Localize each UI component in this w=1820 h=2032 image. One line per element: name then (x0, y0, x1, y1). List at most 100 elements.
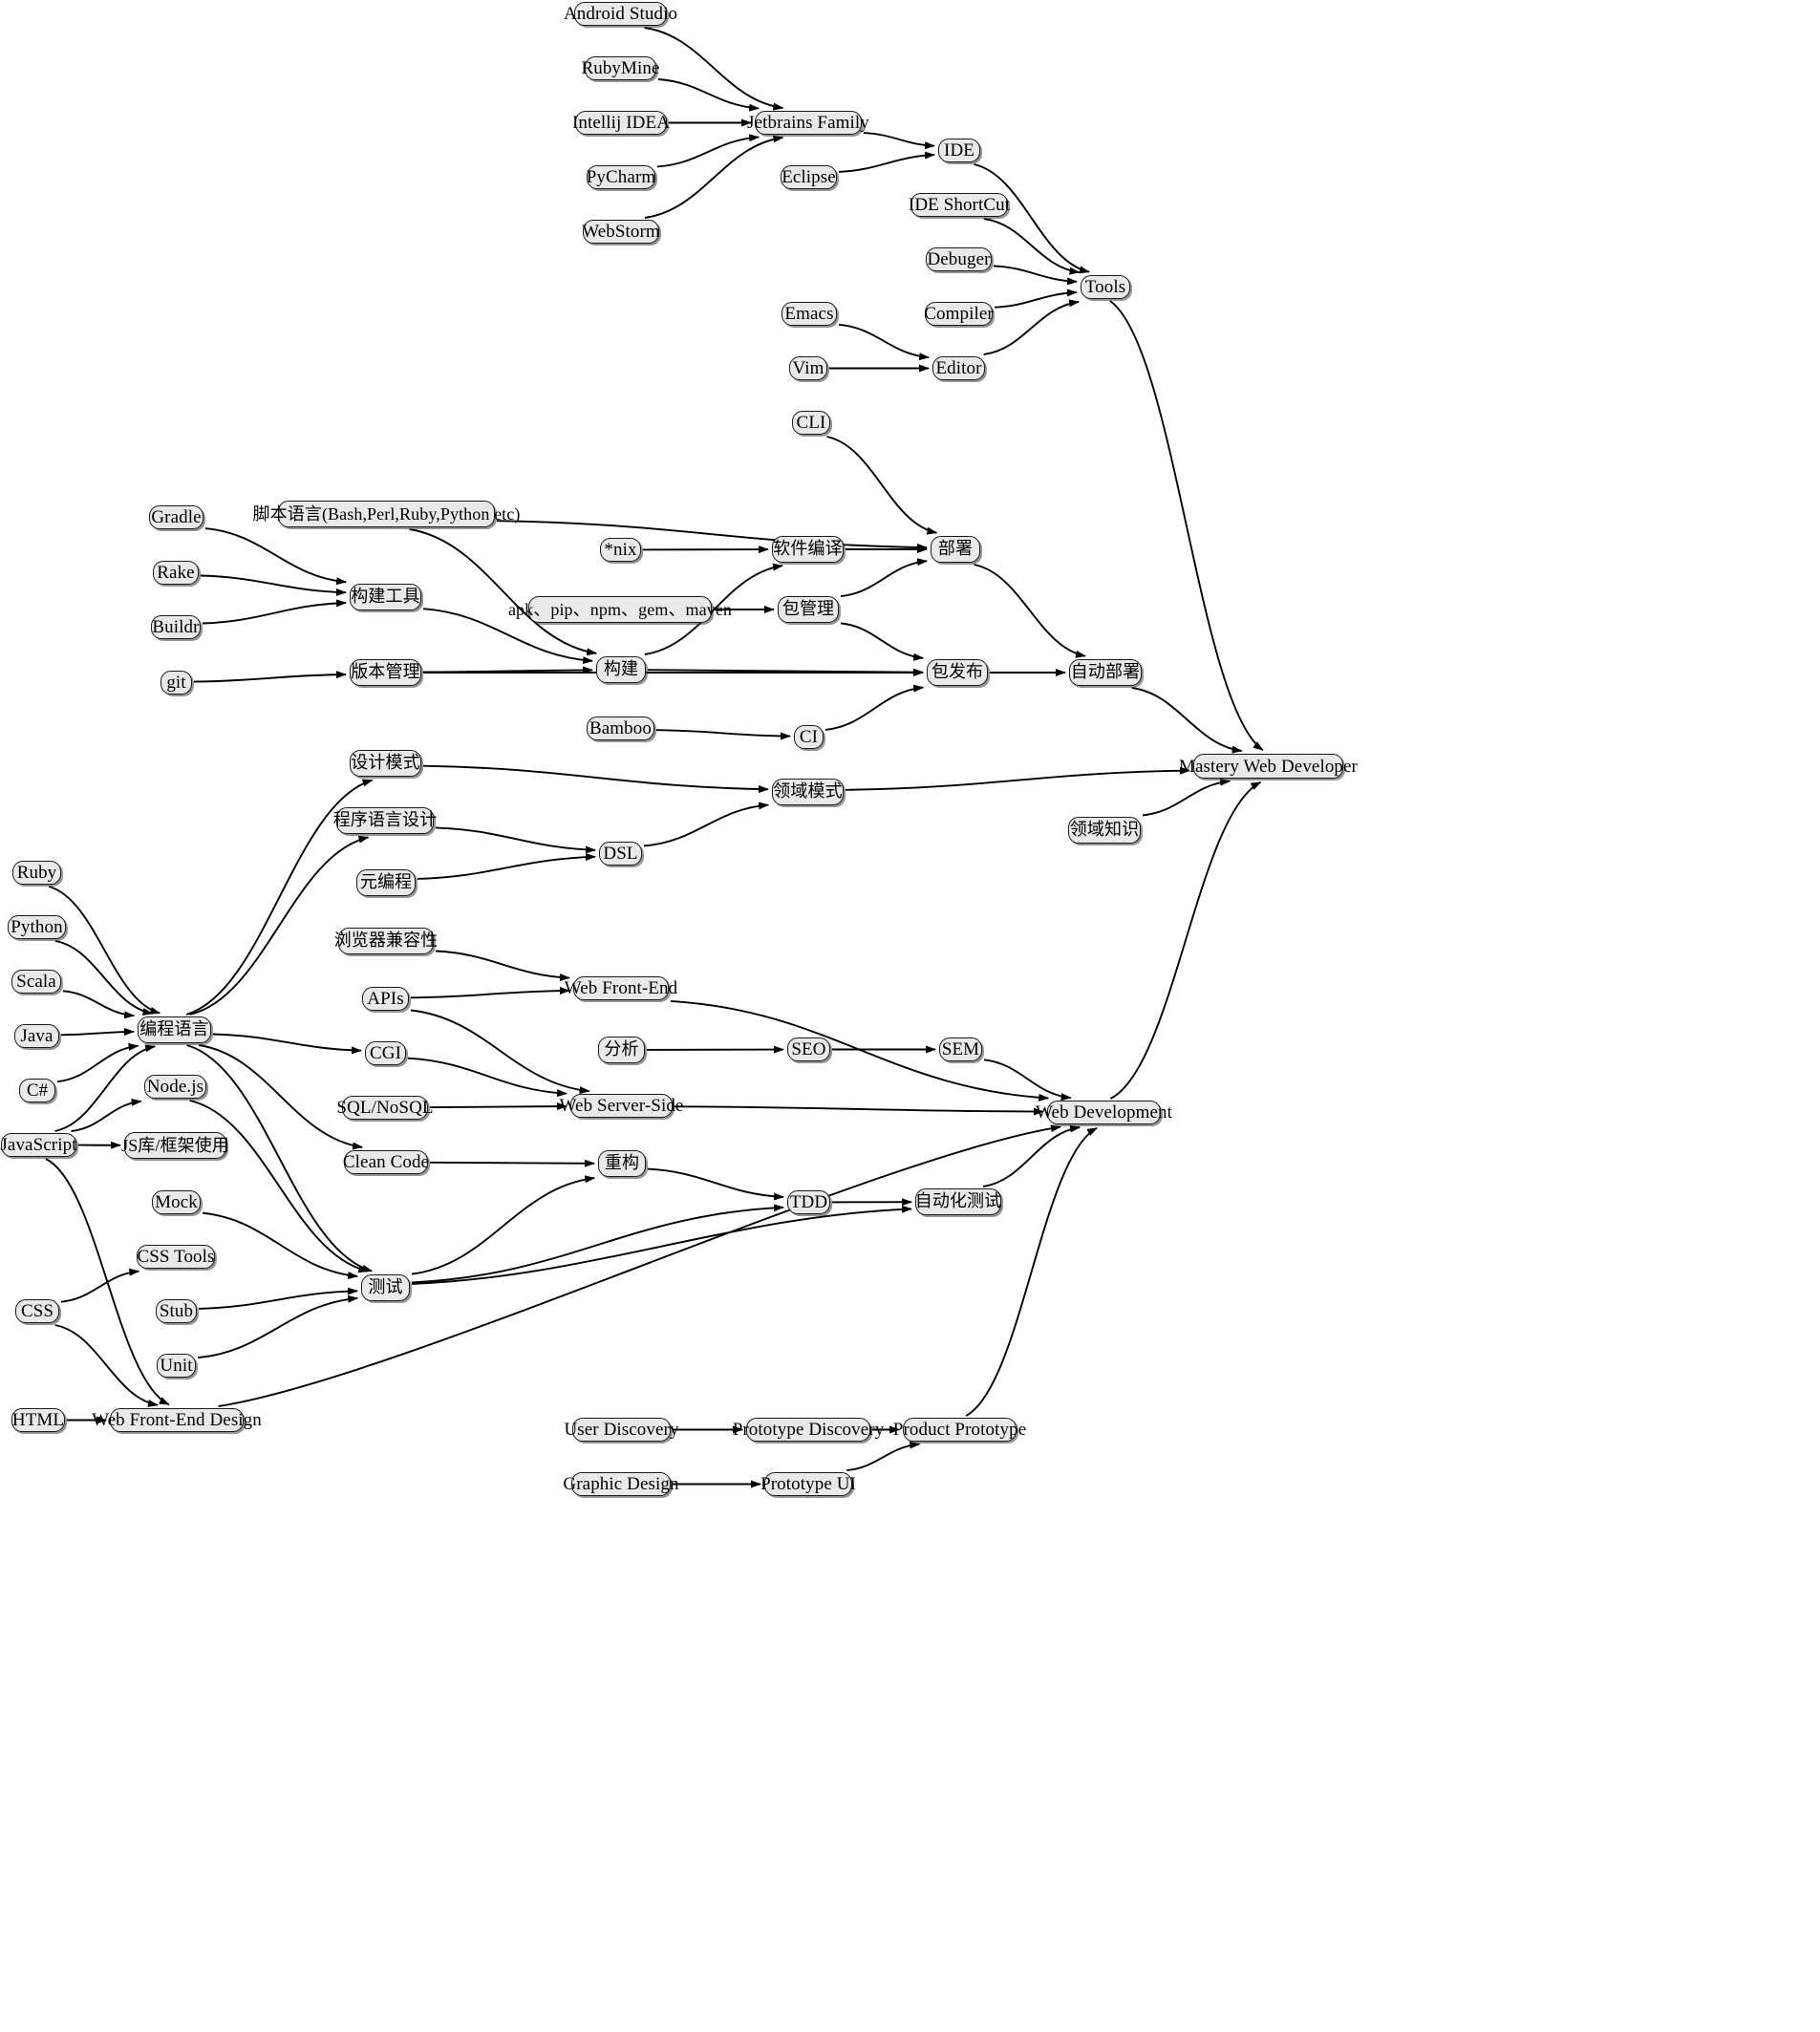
graph-node-web_server_side[interactable]: Web Server-Side (560, 1094, 683, 1118)
graph-edge-git-to-version_control (193, 671, 347, 683)
graph-node-user_discovery[interactable]: User Discovery (564, 1418, 678, 1442)
graph-node-build[interactable]: 构建 (596, 656, 646, 683)
graph-node-emacs[interactable]: Emacs (782, 302, 837, 326)
graph-edge-css-to-web_fe_design (54, 1324, 159, 1407)
graph-node-rake[interactable]: Rake (153, 561, 199, 585)
graph-node-version_control[interactable]: 版本管理 (350, 659, 421, 686)
graph-node-product_prototype[interactable]: Product Prototype (893, 1418, 1026, 1442)
graph-node-scala[interactable]: Scala (11, 970, 61, 994)
graph-node-webstorm[interactable]: WebStorm (582, 220, 660, 244)
graph-node-ide_shortcut[interactable]: IDE ShortCut (909, 193, 1010, 217)
graph-node-dsl[interactable]: DSL (599, 842, 642, 866)
graph-node-ci[interactable]: CI (794, 725, 824, 749)
graph-node-gradle[interactable]: Gradle (149, 505, 203, 529)
graph-edge-clean_code-to-refactor (429, 1159, 595, 1167)
graph-node-js_lib[interactable]: JS库/框架使用 (121, 1132, 229, 1159)
graph-node-bamboo[interactable]: Bamboo (587, 717, 654, 740)
graph-node-pkg_manage[interactable]: 包管理 (778, 596, 839, 623)
graph-node-prototype_discovery[interactable]: Prototype Discovery (733, 1418, 884, 1442)
graph-node-html[interactable]: HTML (11, 1408, 65, 1432)
graph-edge-domain_knowledge-to-mastery (1142, 778, 1231, 817)
graph-node-auto_deploy[interactable]: 自动部署 (1069, 659, 1142, 686)
graph-node-refactor[interactable]: 重构 (598, 1150, 646, 1177)
graph-edge-nodejs-to-testing (189, 1100, 370, 1273)
graph-node-design_patterns[interactable]: 设计模式 (350, 750, 421, 777)
graph-node-mastery[interactable]: Mastery Web Developer (1179, 754, 1358, 779)
graph-node-pycharm[interactable]: PyCharm (587, 165, 655, 189)
graph-node-editor[interactable]: Editor (932, 356, 985, 380)
graph-edge-pkg_manage-to-deploy (840, 558, 929, 598)
graph-node-eclipse[interactable]: Eclipse (781, 165, 837, 189)
graph-node-ide[interactable]: IDE (938, 139, 980, 162)
graph-node-seo[interactable]: SEO (787, 1037, 830, 1061)
graph-node-nix[interactable]: *nix (600, 538, 641, 562)
graph-node-mock[interactable]: Mock (152, 1190, 201, 1214)
graph-node-domain_knowledge[interactable]: 领域知识 (1068, 817, 1141, 844)
graph-edge-bamboo-to-ci (655, 729, 791, 740)
graph-node-tools[interactable]: Tools (1081, 275, 1130, 299)
graph-edge-gradle-to-build_tools (204, 527, 348, 586)
graph-node-sql_nosql[interactable]: SQL/NoSQL (336, 1096, 434, 1120)
graph-node-analysis[interactable]: 分析 (598, 1037, 645, 1063)
graph-node-rubymine[interactable]: RubyMine (581, 56, 659, 80)
graph-edge-prototype_ui-to-product_prototype (846, 1441, 921, 1471)
graph-node-intellij_idea[interactable]: Intellij IDEA (572, 111, 670, 135)
graph-node-domain_pattern[interactable]: 领域模式 (772, 779, 844, 805)
graph-node-deploy[interactable]: 部署 (931, 536, 980, 563)
graph-node-jetbrains_family[interactable]: Jetbrains Family (747, 111, 869, 135)
graph-node-git[interactable]: git (161, 671, 192, 695)
graph-node-ruby[interactable]: Ruby (12, 861, 61, 885)
graph-node-web_front_end[interactable]: Web Front-End (565, 976, 677, 1000)
edge-layer (45, 27, 1264, 1488)
graph-node-auto_test[interactable]: 自动化测试 (915, 1188, 1001, 1215)
graph-node-buildr[interactable]: Buildr (151, 615, 201, 639)
graph-node-web_fe_design[interactable]: Web Front-End Design (92, 1408, 262, 1432)
graph-edge-sql_nosql-to-web_server_side (429, 1102, 567, 1111)
graph-edge-deploy-to-auto_deploy (974, 564, 1086, 658)
graph-node-tdd[interactable]: TDD (787, 1190, 830, 1214)
graph-node-cgi[interactable]: CGI (365, 1041, 406, 1065)
graph-node-apis[interactable]: APIs (362, 987, 409, 1011)
graph-edge-emacs-to-editor (838, 323, 931, 361)
graph-edge-product_prototype-to-web_development (965, 1126, 1098, 1417)
graph-node-nodejs[interactable]: Node.js (144, 1075, 206, 1099)
graph-node-java[interactable]: Java (14, 1024, 59, 1048)
graph-edge-ide_shortcut-to-tools (983, 218, 1081, 275)
graph-edge-eclipse-to-ide (838, 151, 935, 173)
graph-node-debuger[interactable]: Debuger (926, 247, 992, 271)
graph-edge-ruby-to-prog_lang (48, 886, 161, 1015)
graph-node-sem[interactable]: SEM (939, 1037, 982, 1061)
graph-node-script_langs[interactable]: 脚本语言(Bash,Perl,Ruby,Python etc) (253, 501, 520, 527)
graph-node-csharp[interactable]: C# (19, 1079, 55, 1102)
graph-edge-pkg_manage-to-pkg_publish (840, 622, 925, 661)
graph-edge-testing-to-auto_test (411, 1205, 912, 1285)
graph-node-software_compile[interactable]: 软件编译 (772, 536, 844, 563)
graph-node-meta_prog[interactable]: 元编程 (356, 869, 416, 896)
graph-edge-prog_lang-to-lang_design (189, 835, 370, 1016)
graph-node-graphic_design[interactable]: Graphic Design (563, 1472, 678, 1496)
graph-node-android_studio[interactable]: Android Studio (564, 2, 677, 26)
graph-node-pkg_publish[interactable]: 包发布 (927, 659, 988, 686)
graph-node-web_development[interactable]: Web Development (1036, 1101, 1172, 1124)
graph-node-css[interactable]: CSS (15, 1299, 59, 1323)
graph-node-compiler[interactable]: Compiler (924, 302, 994, 326)
graph-node-lang_design[interactable]: 程序语言设计 (333, 807, 437, 834)
graph-node-browser_compat[interactable]: 浏览器兼容性 (334, 928, 438, 954)
graph-node-css_tools[interactable]: CSS Tools (137, 1245, 215, 1269)
graph-edge-web_server_side-to-web_development (674, 1105, 1044, 1116)
graph-node-pkg_mgr_tools[interactable]: apk、pip、npm、gem、maven (508, 596, 732, 623)
graph-edge-scala-to-prog_lang (62, 990, 136, 1019)
graph-node-prototype_ui[interactable]: Prototype UI (760, 1472, 856, 1496)
graph-node-python[interactable]: Python (8, 915, 66, 939)
graph-node-javascript[interactable]: JavaScript (0, 1133, 76, 1157)
graph-node-vim[interactable]: Vim (789, 356, 827, 380)
graph-node-build_tools[interactable]: 构建工具 (350, 584, 421, 610)
graph-node-stub[interactable]: Stub (156, 1299, 197, 1323)
graph-node-clean_code[interactable]: Clean Code (343, 1150, 429, 1174)
graph-node-cli[interactable]: CLI (792, 411, 830, 435)
graph-node-unit[interactable]: Unit (157, 1354, 196, 1378)
graph-node-testing[interactable]: 测试 (361, 1274, 410, 1301)
graph-node-prog_lang[interactable]: 编程语言 (138, 1016, 211, 1043)
graph-edge-apis-to-web_front_end (410, 987, 570, 999)
graph-edge-script_langs-to-deploy (496, 520, 928, 551)
